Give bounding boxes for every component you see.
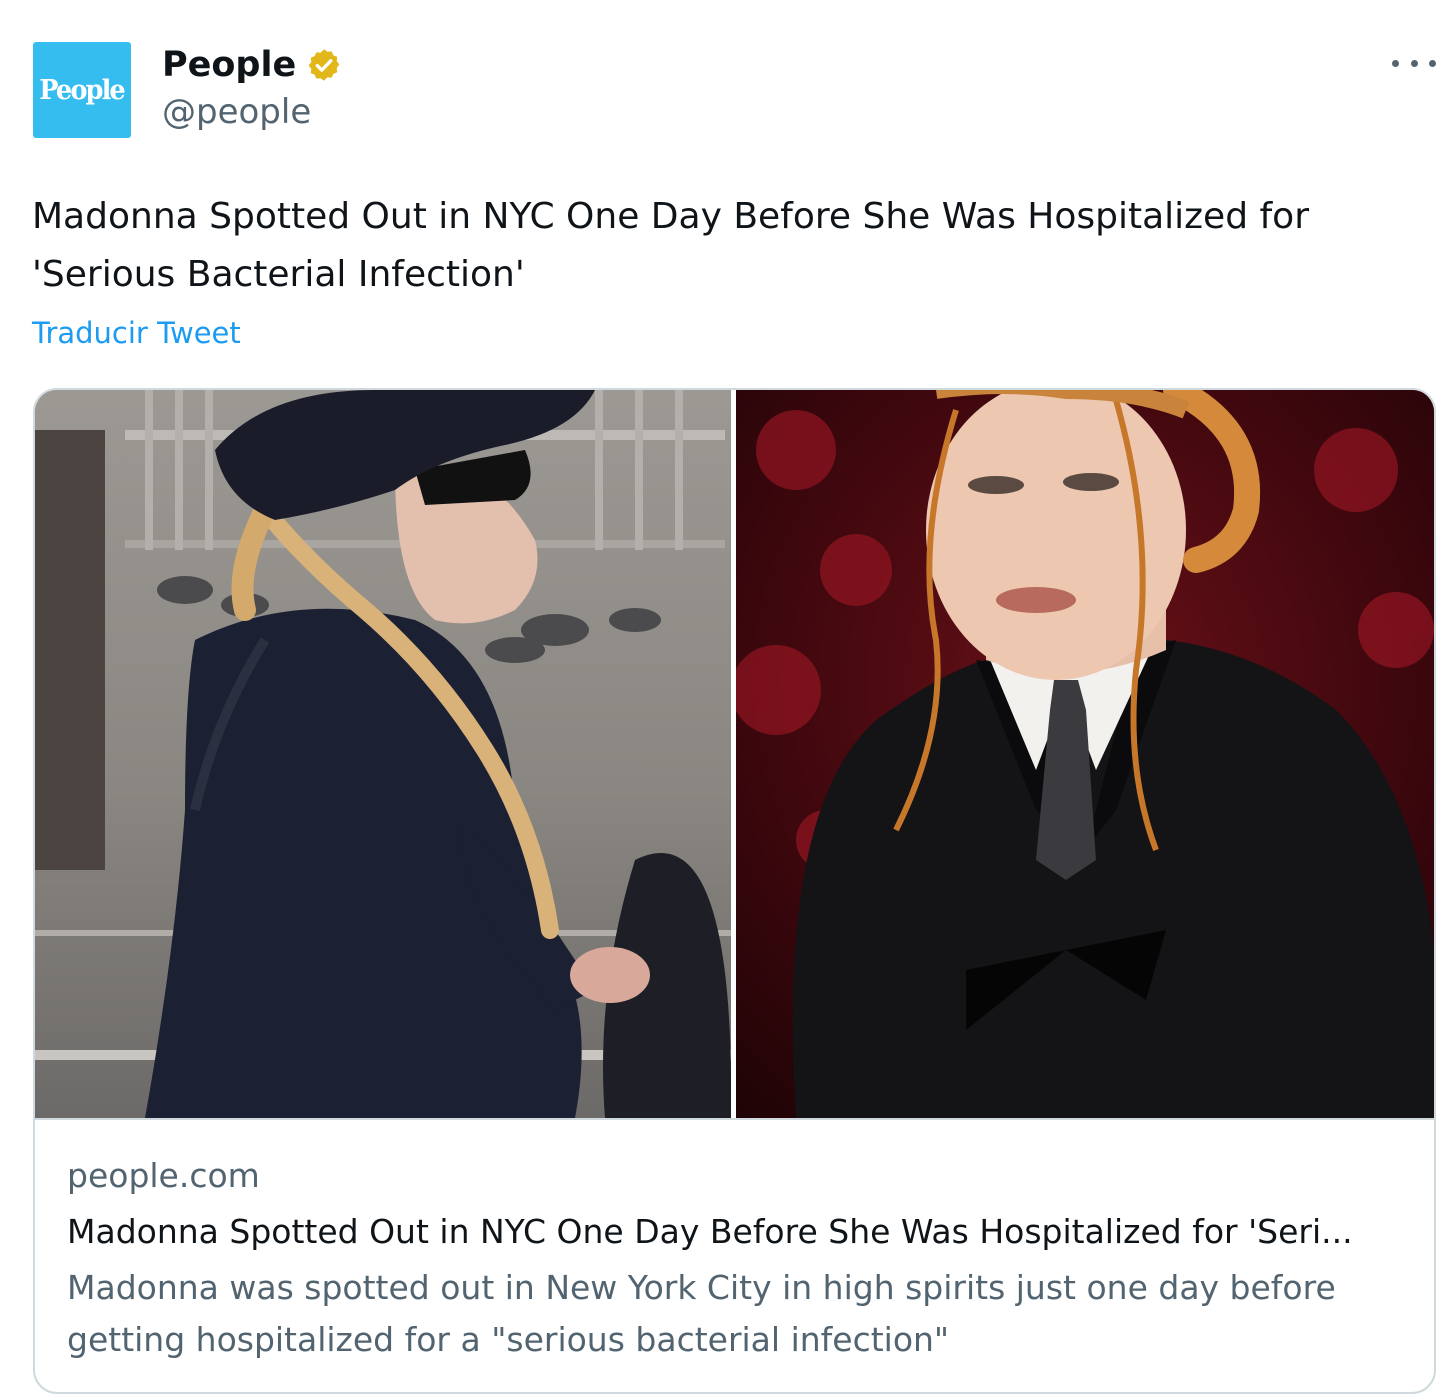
avatar[interactable]: People [33, 42, 131, 138]
more-dot [1429, 59, 1436, 67]
more-options-icon[interactable] [1392, 48, 1436, 78]
people-logo: People [39, 74, 127, 106]
card-description: Madonna was spotted out in New York City… [67, 1268, 1336, 1359]
card-domain: people.com [67, 1156, 260, 1195]
author-name-row[interactable]: People [162, 42, 342, 88]
card-photo-street [35, 390, 731, 1118]
more-dot [1392, 59, 1399, 67]
tweet-text: Madonna Spotted Out in NYC One Day Befor… [32, 196, 1309, 295]
card-separator [35, 1118, 1434, 1120]
more-dot [1410, 59, 1418, 67]
display-name[interactable]: People [162, 45, 296, 85]
card-photo-portrait [736, 390, 1434, 1118]
verified-badge-icon [306, 47, 342, 83]
card-media[interactable] [35, 390, 1434, 1118]
link-preview-card[interactable]: people.com Madonna Spotted Out in NYC On… [33, 388, 1436, 1394]
author-handle[interactable]: @people [162, 92, 311, 132]
card-title: Madonna Spotted Out in NYC One Day Befor… [67, 1212, 1353, 1251]
translate-tweet-link[interactable]: Traducir Tweet [32, 316, 241, 350]
